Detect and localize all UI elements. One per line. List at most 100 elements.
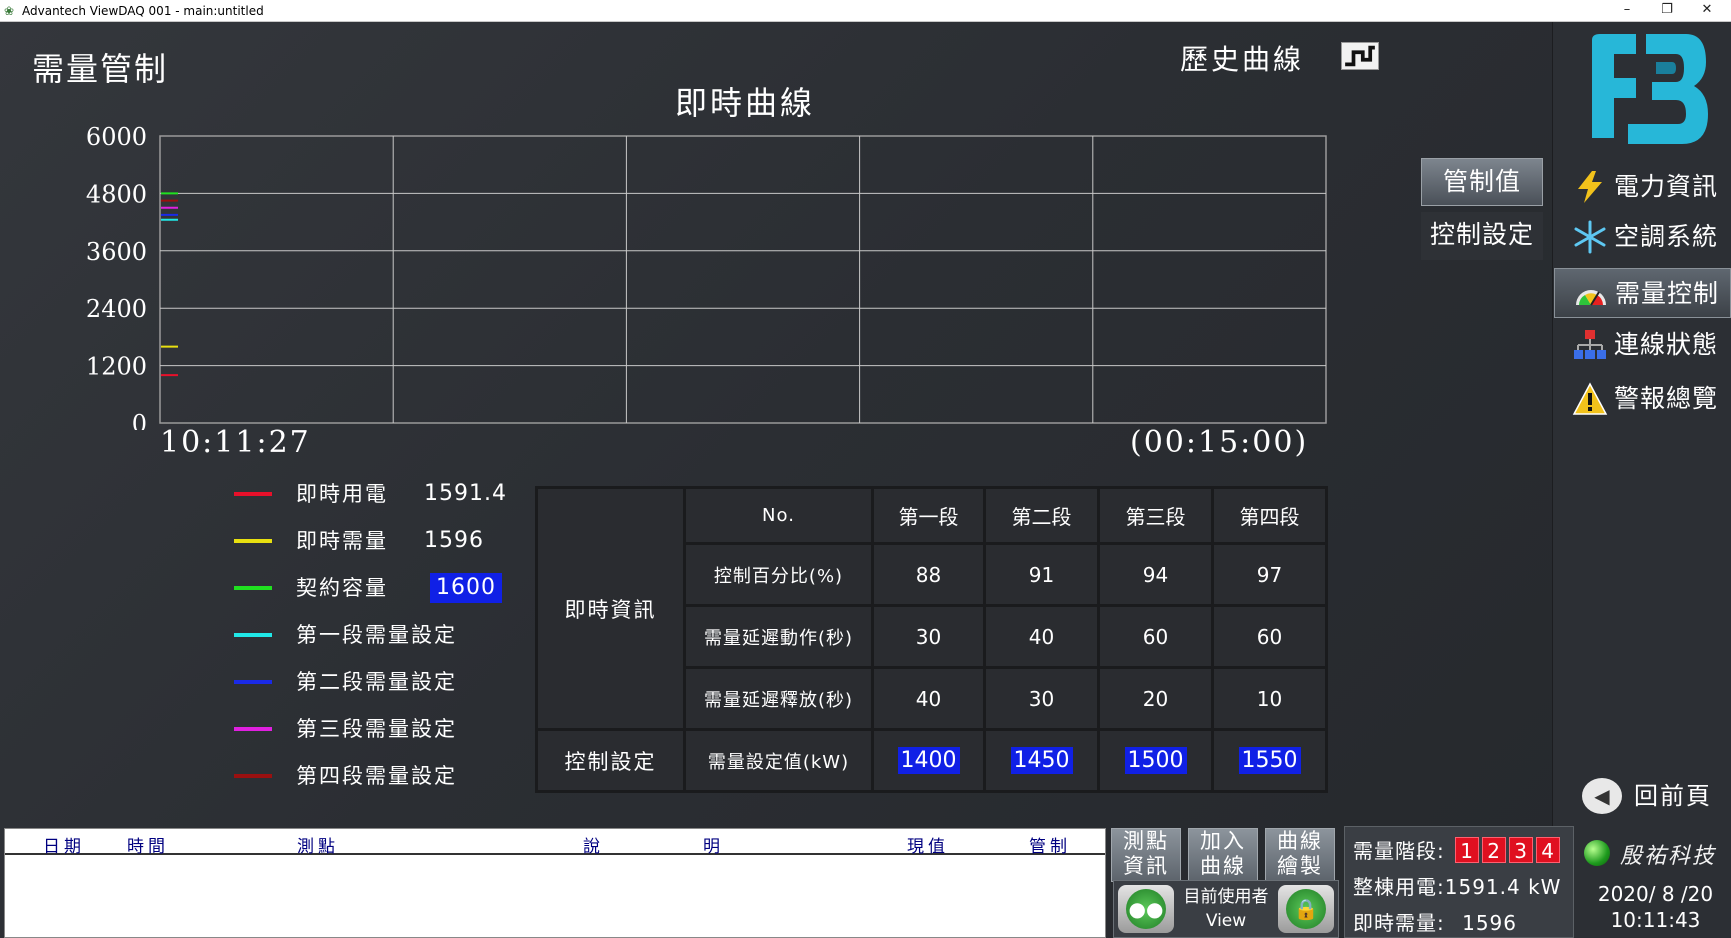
demand-value: 1596	[1462, 911, 1518, 935]
history-chart-icon[interactable]	[1341, 42, 1379, 70]
back-button[interactable]: ◀ 回前頁	[1582, 774, 1722, 818]
legend-item: 即時需量 1596	[234, 526, 524, 556]
tab-control-setting[interactable]: 控制設定	[1421, 212, 1543, 260]
stage-header: 第一段	[871, 486, 986, 545]
nav-alarm-overview[interactable]: 警報總覽	[1554, 374, 1731, 424]
control-table: 即時資訊 No. 第一段 第二段 第三段 第四段 控制百分比(%) 88 91 …	[535, 486, 1328, 793]
legend-item: 即時用電 1591.4	[234, 479, 524, 509]
button-line: 曲線	[1277, 829, 1323, 853]
nav-hvac[interactable]: 空調系統	[1554, 212, 1731, 262]
user-login-button[interactable]: ●●	[1118, 885, 1174, 933]
back-arrow-icon: ◀	[1582, 778, 1622, 814]
building-power-row: 整棟用電:1591.4 kW	[1353, 871, 1561, 900]
tab-control-value[interactable]: 管制值	[1421, 158, 1543, 206]
stage-header: 第四段	[1211, 486, 1328, 545]
clock-panel: 殷祐科技 2020/ 8 /20 10:11:43	[1580, 826, 1731, 938]
legend-swatch	[234, 774, 272, 778]
warning-icon	[1572, 382, 1608, 415]
nav-power-info[interactable]: 電力資訊	[1554, 162, 1731, 212]
y-tick-label: 1200	[86, 353, 147, 381]
building-power-value: 1591.4 kW	[1444, 875, 1562, 899]
setpoint-cell[interactable]: 1400	[871, 728, 986, 793]
stage-header: 第二段	[983, 486, 1100, 545]
row-label-delay-release: 需量延遲釋放(秒)	[683, 666, 874, 731]
back-label: 回前頁	[1634, 782, 1712, 810]
legend-swatch	[234, 727, 272, 731]
table-cell: 20	[1097, 666, 1214, 731]
legend-swatch	[234, 492, 272, 496]
legend-label: 第一段需量設定	[296, 623, 457, 647]
button-line: 資訊	[1123, 854, 1169, 878]
y-tick-label: 2400	[86, 295, 147, 323]
nav-connection-status[interactable]: 連線狀態	[1554, 320, 1731, 370]
table-cell: 91	[983, 542, 1100, 607]
history-curve-link[interactable]: 歷史曲線	[1180, 38, 1304, 78]
plot-area	[159, 135, 1327, 424]
users-icon: ●●	[1126, 889, 1166, 929]
nav-label: 連線狀態	[1614, 330, 1719, 359]
table-cell: 30	[983, 666, 1100, 731]
y-tick-label: 0	[132, 410, 147, 430]
button-line: 加入	[1200, 829, 1246, 853]
realtime-chart: 6000 4800 3600 2400 1200 0	[86, 123, 1327, 430]
legend-label: 契約容量	[296, 576, 388, 600]
table-cell: 97	[1211, 542, 1328, 607]
snowflake-icon	[1574, 220, 1606, 254]
current-date: 2020/ 8 /20	[1597, 882, 1714, 906]
table-cell: 88	[871, 542, 986, 607]
window-title: Advantech ViewDAQ 001 - main:untitled	[22, 4, 264, 18]
legend-swatch	[234, 633, 272, 637]
restore-button[interactable]: ❐	[1647, 0, 1687, 22]
status-panel: 需量階段: 1234 整棟用電:1591.4 kW 即時需量: 1596	[1344, 826, 1574, 938]
lock-icon: 🔒	[1286, 889, 1326, 929]
stage-row: 需量階段: 1234	[1353, 835, 1561, 864]
y-tick-label: 6000	[86, 123, 147, 151]
row-label-setpoint: 需量設定值(kW)	[683, 728, 874, 793]
current-time: 10:11:43	[1610, 908, 1701, 932]
legend-label: 第四段需量設定	[296, 764, 457, 788]
table-cell: 60	[1211, 604, 1328, 669]
setpoint-value[interactable]: 1500	[1124, 747, 1187, 774]
draw-curve-button[interactable]: 曲線 繪製	[1265, 828, 1335, 882]
legend-swatch	[234, 539, 272, 543]
legend-swatch	[234, 586, 272, 590]
y-tick-label: 3600	[86, 238, 147, 266]
table-cell: 60	[1097, 604, 1214, 669]
button-line: 曲線	[1200, 854, 1246, 878]
nav-demand-control[interactable]: 需量控制	[1554, 268, 1731, 318]
setpoint-cell[interactable]: 1450	[983, 728, 1100, 793]
legend-item: 第四段需量設定	[234, 761, 524, 791]
stage-badge: 4	[1536, 837, 1561, 863]
stage-label: 需量階段:	[1353, 839, 1445, 863]
table-cell: 40	[871, 666, 986, 731]
point-info-button[interactable]: 測點 資訊	[1111, 828, 1181, 882]
user-label: 目前使用者	[1183, 887, 1269, 907]
event-log[interactable]: 日期 時間 測點 說 明 現值 管制	[4, 828, 1106, 938]
chart-time-span: (00:15:00)	[1130, 425, 1309, 460]
setpoint-value[interactable]: 1550	[1238, 747, 1301, 774]
stage-badge: 3	[1509, 837, 1534, 863]
close-button[interactable]: ✕	[1687, 0, 1727, 22]
app-window: ❀ Advantech ViewDAQ 001 - main:untitled …	[0, 0, 1731, 938]
user-name: View	[1205, 911, 1247, 931]
setpoint-value[interactable]: 1400	[897, 747, 960, 774]
group-realtime-info: 即時資訊	[535, 486, 686, 731]
stage-badge: 1	[1455, 837, 1480, 863]
chart-title: 即時曲線	[674, 84, 815, 122]
stage-badge: 2	[1482, 837, 1507, 863]
minimize-button[interactable]: –	[1607, 0, 1647, 22]
window-titlebar: ❀ Advantech ViewDAQ 001 - main:untitled …	[0, 0, 1731, 22]
nav-label: 空調系統	[1614, 222, 1719, 251]
setpoint-cell[interactable]: 1500	[1097, 728, 1214, 793]
legend-value[interactable]: 1600	[430, 573, 502, 603]
group-control-setting: 控制設定	[535, 728, 686, 793]
demand-label: 即時需量:	[1353, 911, 1445, 935]
row-label-delay-action: 需量延遲動作(秒)	[683, 604, 874, 669]
lock-button[interactable]: 🔒	[1278, 885, 1334, 933]
legend-item: 第一段需量設定	[234, 620, 524, 650]
setpoint-cell[interactable]: 1550	[1211, 728, 1328, 793]
add-curve-button[interactable]: 加入 曲線	[1188, 828, 1258, 882]
setpoint-value[interactable]: 1450	[1010, 747, 1073, 774]
log-col-control: 管制	[1029, 837, 1071, 857]
stage-header: 第三段	[1097, 486, 1214, 545]
